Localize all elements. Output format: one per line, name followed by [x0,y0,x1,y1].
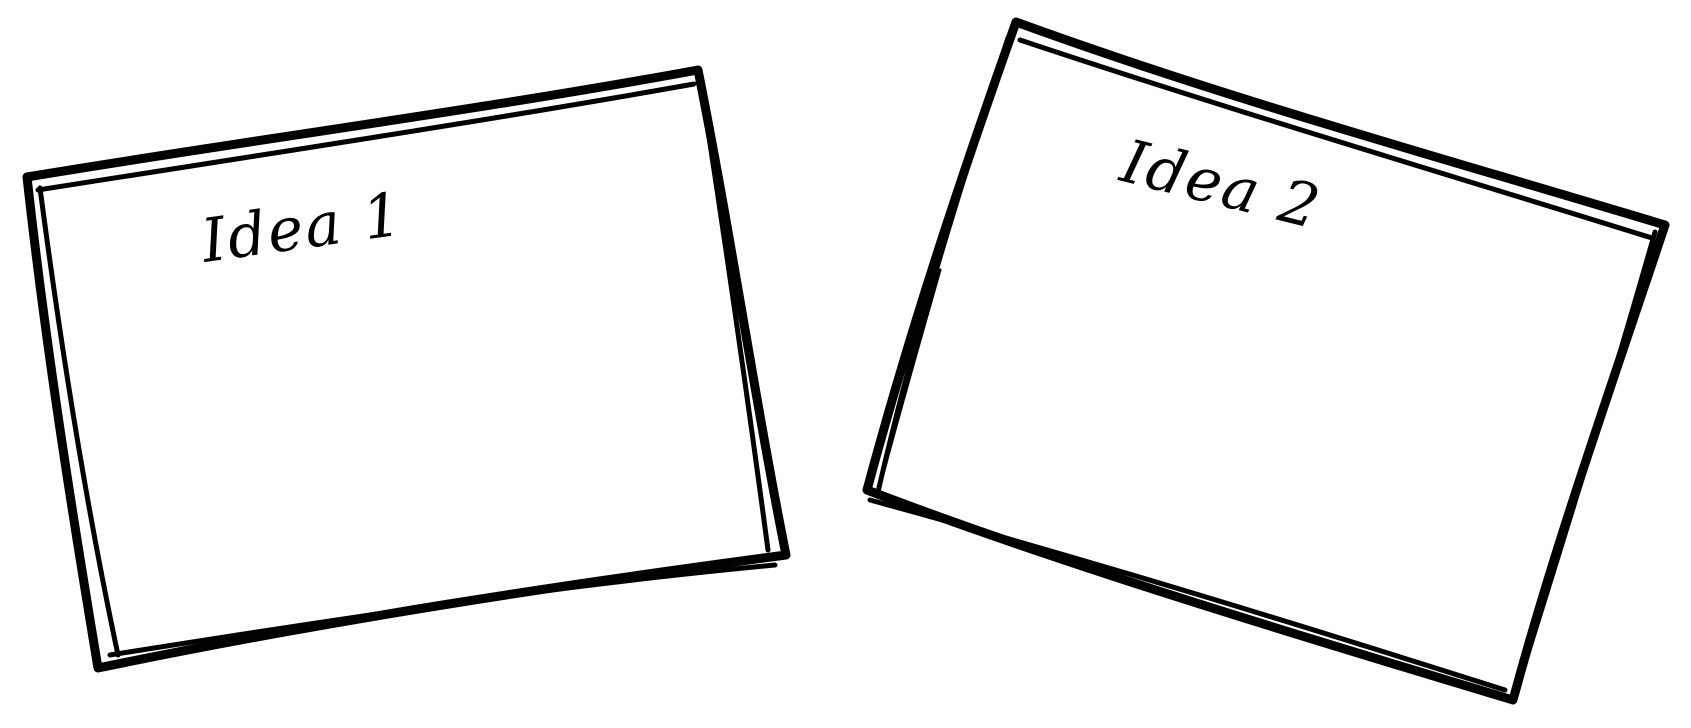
idea-card-1-sketch-top [35,81,697,193]
idea-card-1-label: Idea 1 [196,179,407,277]
idea-card-2-sketch-top [1017,37,1655,241]
idea-card-1-sketch-bottom [107,562,778,658]
idea-card-1-sketch-left [37,185,121,658]
idea-card-2-sketch-left-2 [880,268,942,480]
idea-card-2-sketch-bottom [867,497,1508,693]
idea-card-2-sketch-right [1512,229,1658,698]
idea-card-2-label: Idea 2 [1113,126,1328,243]
whiteboard-canvas: Idea 1 Idea 2 [22,17,1670,705]
idea-card-1-sketch-right [697,75,771,553]
idea-card-1[interactable]: Idea 1 [22,65,791,673]
idea-card-2[interactable]: Idea 2 [862,17,1670,705]
idea-card-1-outline [22,65,791,673]
